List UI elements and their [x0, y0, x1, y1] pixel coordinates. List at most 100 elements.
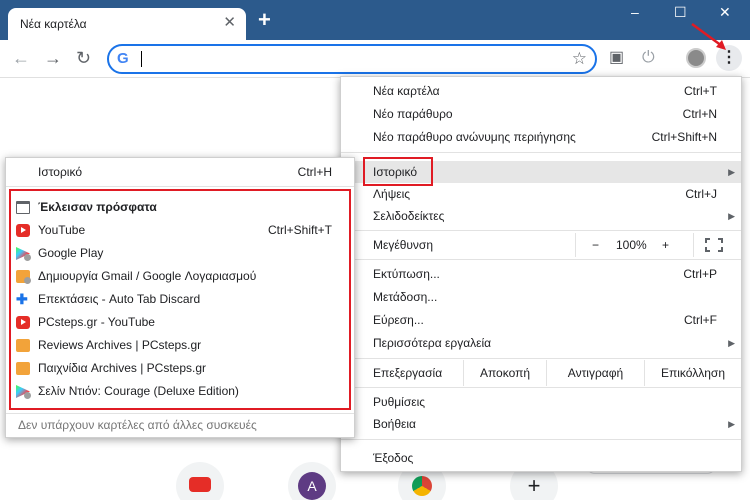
red-arrow-annotation [691, 22, 726, 50]
youtube-icon [16, 224, 30, 237]
shortcut-account[interactable]: A [288, 462, 336, 500]
recent-item[interactable]: Δημιουργία Gmail / Google Λογαριασμού [6, 265, 354, 288]
shortcut-youtube[interactable] [176, 462, 224, 500]
menu-shortcut: Ctrl+Shift+T [267, 223, 332, 237]
menu-item-help[interactable]: Βοήθεια ▶ [341, 413, 741, 435]
window-icon [16, 201, 30, 214]
zoom-controls: − 100% + [575, 233, 694, 257]
menu-item-label: Λήψεις [373, 187, 411, 201]
avatar: A [298, 472, 326, 500]
menu-item-bookmarks[interactable]: Σελιδοδείκτες ▶ [341, 205, 741, 227]
new-tab-button[interactable]: + [258, 9, 271, 31]
tab-new-tab[interactable]: Νέα καρτέλα ✕ [8, 8, 246, 40]
zoom-out-button[interactable]: − [592, 233, 599, 257]
menu-item-label: Σελιδοδείκτες [373, 209, 445, 223]
chrome-main-menu: Νέα καρτέλα Ctrl+T Νέο παράθυρο Ctrl+N Ν… [340, 76, 742, 472]
maximize-icon[interactable]: ☐ [674, 3, 687, 21]
recent-item[interactable]: Reviews Archives | PCsteps.gr [6, 334, 354, 357]
menu-divider [6, 413, 354, 414]
menu-item-label: Παιχνίδια Archives | PCsteps.gr [38, 361, 207, 375]
youtube-icon [176, 462, 224, 500]
copy-button[interactable]: Αντιγραφή [546, 360, 644, 386]
menu-item-label: Νέο παράθυρο ανώνυμης περιήγησης [373, 130, 576, 144]
menu-item-find[interactable]: Εύρεση... Ctrl+F [341, 309, 741, 331]
window-close-icon[interactable]: ✕ [719, 3, 731, 21]
pcsteps-icon [16, 362, 30, 375]
menu-item-print[interactable]: Εκτύπωση... Ctrl+P [341, 263, 741, 285]
menu-item-label: Μετάδοση... [373, 290, 438, 304]
menu-item-label: Περισσότερα εργαλεία [373, 336, 492, 350]
menu-item-label: Δημιουργία Gmail / Google Λογαριασμού [38, 269, 257, 283]
menu-item-label: Εκτύπωση... [373, 267, 440, 281]
forward-icon[interactable]: → [44, 48, 62, 68]
menu-item-label: Σελίν Ντιόν: Courage (Deluxe Edition) [38, 384, 239, 398]
menu-item-exit[interactable]: Έξοδος [341, 447, 741, 469]
menu-divider [341, 230, 741, 231]
menu-item-label: Νέο παράθυρο [373, 107, 453, 121]
bookmark-star-icon[interactable]: ☆ [572, 49, 587, 69]
submenu-arrow-icon: ▶ [728, 211, 735, 221]
menu-divider [341, 259, 741, 260]
submenu-item-history[interactable]: Ιστορικό Ctrl+H [6, 161, 354, 184]
menu-divider [341, 152, 741, 153]
grey-dot-icon [24, 277, 31, 284]
title-bar: Νέα καρτέλα ✕ + – ☐ ✕ [0, 0, 750, 40]
menu-divider [341, 358, 741, 359]
menu-item-label: Έκλεισαν πρόσφατα [38, 200, 157, 214]
pcsteps-icon [16, 339, 30, 352]
reload-icon[interactable]: ↻ [76, 48, 91, 68]
recently-closed-header[interactable]: Έκλεισαν πρόσφατα [6, 196, 354, 219]
grey-dot-icon [24, 392, 31, 399]
menu-shortcut: Ctrl+H [297, 165, 332, 179]
grey-dot-icon [24, 254, 31, 261]
menu-item-label: Εύρεση... [373, 313, 424, 327]
puzzle-icon: ✚ [16, 291, 28, 307]
recent-item[interactable]: Παιχνίδια Archives | PCsteps.gr [6, 357, 354, 380]
history-submenu: Ιστορικό Ctrl+H Έκλεισαν πρόσφατα YouTub… [5, 157, 355, 438]
paste-button[interactable]: Επικόλληση [644, 360, 741, 386]
menu-shortcut: Ctrl+N [682, 107, 717, 121]
menu-item-settings[interactable]: Ρυθμίσεις [341, 391, 741, 413]
menu-item-cast[interactable]: Μετάδοση... [341, 286, 741, 308]
recent-item[interactable]: YouTube Ctrl+Shift+T [6, 219, 354, 242]
recent-item[interactable]: Google Play [6, 242, 354, 265]
tab-close-icon[interactable]: ✕ [223, 15, 236, 31]
address-bar[interactable]: G ☆ [107, 44, 597, 74]
menu-item-label: Έξοδος [373, 451, 414, 465]
menu-item-label: Μεγέθυνση [373, 238, 434, 252]
menu-item-label: Ιστορικό [38, 165, 83, 179]
menu-item-new-window[interactable]: Νέο παράθυρο Ctrl+N [341, 103, 741, 125]
menu-divider [341, 387, 741, 388]
menu-row-zoom: Μεγέθυνση − 100% + [341, 233, 741, 257]
menu-item-label: PCsteps.gr - YouTube [38, 315, 155, 329]
recent-item[interactable]: Σελίν Ντιόν: Courage (Deluxe Edition) [6, 380, 354, 403]
menu-item-label: Επεξεργασία [373, 366, 443, 380]
minimize-icon[interactable]: – [631, 3, 639, 21]
power-extension-icon[interactable]: ⏻ [642, 48, 655, 68]
recent-item[interactable]: ✚ Επεκτάσεις - Auto Tab Discard [6, 288, 354, 311]
menu-item-more-tools[interactable]: Περισσότερα εργαλεία ▶ [341, 332, 741, 354]
cut-button[interactable]: Αποκοπή [463, 360, 546, 386]
menu-item-incognito[interactable]: Νέο παράθυρο ανώνυμης περιήγησης Ctrl+Sh… [341, 126, 741, 148]
fullscreen-icon[interactable] [705, 238, 723, 252]
menu-item-label: Reviews Archives | PCsteps.gr [38, 338, 202, 352]
menu-item-label: Επεκτάσεις - Auto Tab Discard [38, 292, 201, 306]
youtube-icon [16, 316, 30, 329]
picture-in-picture-icon[interactable]: ▣ [609, 48, 624, 68]
recent-item[interactable]: PCsteps.gr - YouTube [6, 311, 354, 334]
menu-shortcut: Ctrl+P [683, 267, 717, 281]
menu-shortcut: Ctrl+J [685, 187, 717, 201]
back-icon[interactable]: ← [12, 48, 30, 68]
menu-shortcut: Ctrl+F [684, 313, 717, 327]
history-highlight-box [363, 157, 433, 186]
tab-title: Νέα καρτέλα [20, 17, 87, 31]
menu-item-new-tab[interactable]: Νέα καρτέλα Ctrl+T [341, 80, 741, 102]
menu-row-edit: Επεξεργασία Αποκοπή Αντιγραφή Επικόλληση [341, 360, 741, 386]
menu-item-downloads[interactable]: Λήψεις Ctrl+J [341, 183, 741, 205]
submenu-arrow-icon: ▶ [728, 419, 735, 429]
menu-shortcut: Ctrl+Shift+N [651, 130, 717, 144]
zoom-level: 100% [616, 238, 647, 252]
menu-shortcut: Ctrl+T [684, 84, 717, 98]
menu-divider [341, 439, 741, 440]
zoom-in-button[interactable]: + [662, 233, 669, 257]
